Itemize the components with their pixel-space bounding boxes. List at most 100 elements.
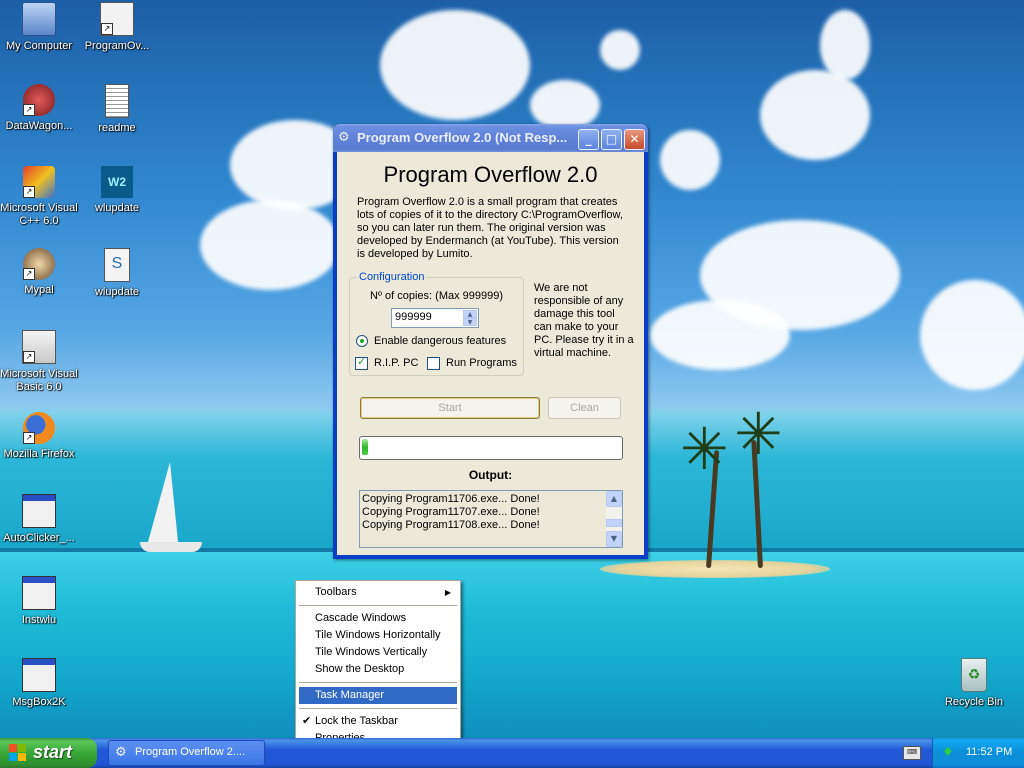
sailboat-sail [148,462,178,542]
dangerous-features-radio[interactable] [356,335,368,347]
run-programs-label: Run Programs [446,357,517,369]
rip-pc-checkbox[interactable] [355,355,368,370]
program-overflow-icon: ↗ [100,2,134,36]
configuration-legend: Configuration [357,271,427,283]
output-label: Output: [468,468,513,482]
minimize-button[interactable]: _ [578,129,599,150]
menu-item-tile-horizontally[interactable]: Tile Windows Horizontally [299,627,457,644]
recycle-bin-icon: ♻ [961,658,987,692]
cloud [660,130,720,190]
datawagon-icon: ↗ [23,84,55,116]
output-scrollbar[interactable]: ▲ ▼ [606,491,622,547]
desktop-icon-label: Instwlu [21,614,57,626]
copies-value[interactable]: 999999 [395,311,432,323]
menu-item-label: Show the Desktop [315,663,405,675]
cloud [920,280,1024,390]
scroll-thumb[interactable] [606,519,622,527]
checkmark-icon: ✔ [302,715,312,727]
win2000-icon: W2 [101,166,133,198]
desktop-icon-readme[interactable]: readme [78,84,156,135]
network-icon[interactable]: ♦ [942,745,954,760]
desktop-icon-my-computer[interactable]: My Computer [0,2,78,53]
scroll-up-button[interactable]: ▲ [606,491,622,507]
taskbar[interactable]: start ⚙ Program Overflow 2.... ⌨ ♦ 11:52… [0,738,1024,768]
configuration-group: Configuration Nº of copies: (Max 999999)… [349,271,524,376]
taskbar-button-program-overflow[interactable]: ⚙ Program Overflow 2.... [108,740,265,766]
desktop-icon-firefox[interactable]: ↗ Mozilla Firefox [0,412,78,461]
output-textbox[interactable]: Copying Program11706.exe... Done! Copyin… [359,490,623,548]
taskbar-context-menu: Toolbars ▶ Cascade Windows Tile Windows … [295,580,461,750]
close-button[interactable]: ✕ [624,129,645,150]
windows-logo-icon [9,744,27,762]
run-programs-checkbox[interactable] [427,357,440,370]
menu-item-label: Toolbars [315,586,357,598]
desktop-icon-wlupdate[interactable]: W2 wlupdate [78,166,156,215]
copies-label: Nº of copies: (Max 999999) [370,290,504,302]
cloud [650,300,790,370]
desktop-icon-msgbox2k[interactable]: MsgBox2K [0,658,78,709]
clean-button[interactable]: Clean [548,397,621,419]
submenu-arrow-icon: ▶ [444,588,451,597]
text-document-icon [105,84,129,118]
desktop-icon-visual-cpp[interactable]: ↗ Microsoft Visual C++ 6.0 [0,166,78,228]
desktop-icon-mypal[interactable]: ↗ Mypal [0,248,78,297]
copies-spinner[interactable]: 999999 ▲ ▼ [391,308,479,328]
clock[interactable]: 11:52 PM [966,746,1012,758]
scroll-down-button[interactable]: ▼ [606,531,622,547]
cloud [380,10,530,120]
spinner-up-button[interactable]: ▲ [463,310,477,318]
window-client-area: Program Overflow 2.0 Program Overflow 2.… [337,152,644,555]
menu-item-lock-taskbar[interactable]: ✔ Lock the Taskbar [299,713,457,730]
progress-fill [362,439,368,455]
desktop-icon-programoverflow[interactable]: ↗ ProgramOv... [78,2,156,53]
menu-item-tile-vertically[interactable]: Tile Windows Vertically [299,644,457,661]
desktop-icon-label: Microsoft Visual C++ 6.0 [0,202,78,227]
desktop-icon-autoclicker[interactable]: AutoClicker_... [0,494,78,545]
my-computer-icon [22,2,56,36]
output-line: Copying Program11706.exe... Done! [362,493,540,505]
desktop-icon-label: readme [98,122,136,134]
desktop-icon-instwlu[interactable]: Instwlu [0,576,78,627]
rip-pc-label: R.I.P. PC [374,357,419,369]
palm-leaves: ✳ [680,415,729,483]
system-tray: ♦ 11:52 PM [932,738,1024,768]
desktop-icon-label: My Computer [5,40,73,52]
cloud [600,30,640,70]
desktop-icon-datawagon[interactable]: ↗ DataWagon... [0,84,78,133]
menu-item-show-desktop[interactable]: Show the Desktop [299,661,457,678]
output-line: Copying Program11708.exe... Done! [362,519,540,531]
menu-item-cascade-windows[interactable]: Cascade Windows [299,610,457,627]
desktop-icon-visual-basic[interactable]: ↗ Microsoft Visual Basic 6.0 [0,330,78,394]
menu-item-toolbars[interactable]: Toolbars ▶ [299,584,457,601]
desktop-icon-label: Mozilla Firefox [3,448,75,460]
sailboat-hull [140,542,202,552]
island [600,560,830,578]
desktop-icon-label: wlupdate [94,202,140,214]
visual-basic-icon: ↗ [22,330,56,364]
menu-item-label: Tile Windows Vertically [315,646,428,658]
window-titlebar[interactable]: ⚙ Program Overflow 2.0 (Not Resp... _ □ … [333,124,648,152]
menu-item-task-manager[interactable]: Task Manager [299,687,457,704]
desktop-icon-label: AutoClicker_... [3,532,75,544]
desktop-icon-wlupdate-script[interactable]: S wlupdate [78,248,156,299]
output-lines: Copying Program11706.exe... Done! Copyin… [362,493,540,532]
application-window-icon [22,494,56,528]
maximize-button[interactable]: □ [601,129,622,150]
app-heading: Program Overflow 2.0 [383,162,598,187]
app-icon: ⚙ [115,745,127,760]
start-button[interactable]: start [0,738,97,768]
window-title: Program Overflow 2.0 (Not Resp... [357,130,568,145]
start-label: start [33,742,73,762]
firefox-icon: ↗ [23,412,55,444]
cloud [820,10,870,80]
start-button[interactable]: Start [360,397,540,419]
desktop-icon-recycle-bin[interactable]: ♻ Recycle Bin [935,658,1013,709]
menu-separator [299,708,457,709]
desktop-icon-label: Microsoft Visual Basic 6.0 [0,368,78,393]
palm-leaves: ✳ [734,400,783,468]
desktop-icon-label: MsgBox2K [12,696,66,708]
desktop-icon-label: Mypal [24,284,54,296]
desktop-icon-label: wlupdate [94,286,140,298]
spinner-down-button[interactable]: ▼ [463,318,477,326]
keyboard-language-icon[interactable]: ⌨ [903,746,921,760]
